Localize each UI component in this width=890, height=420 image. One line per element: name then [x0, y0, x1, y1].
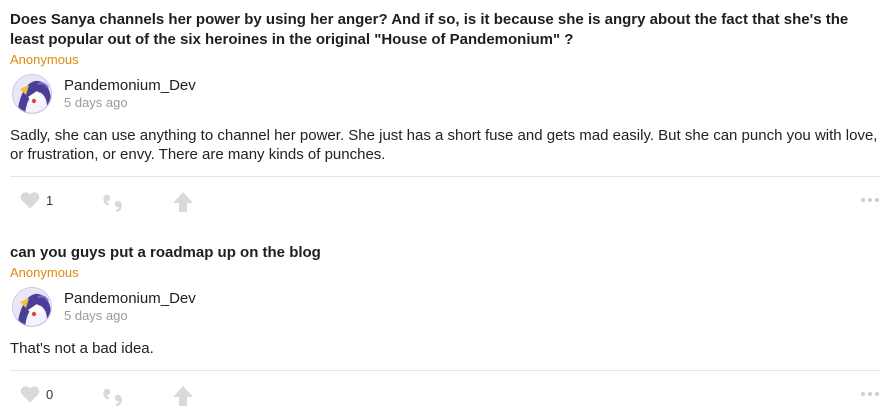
quote-button[interactable] [102, 385, 124, 407]
quote-icon [102, 385, 124, 407]
asker-name[interactable]: Anonymous [10, 52, 880, 68]
question-text: can you guys put a roadmap up on the blo… [10, 244, 321, 261]
quote-button[interactable] [102, 191, 124, 213]
divider [10, 176, 880, 177]
upvote-arrow-icon [172, 191, 194, 213]
answer-header: Pandemonium_Dev 5 days ago [10, 72, 880, 116]
quote-icon [102, 191, 124, 213]
like-count: 0 [46, 386, 54, 402]
answer-date: 5 days ago [64, 308, 128, 323]
question-text: Does Sanya channels her power by using h… [10, 11, 849, 48]
author-name[interactable]: Pandemonium_Dev [64, 77, 196, 95]
more-dots-icon [860, 391, 880, 397]
like-button[interactable]: 0 [20, 385, 53, 403]
upvote-arrow-icon [172, 385, 194, 407]
answer-meta: Pandemonium_Dev 5 days ago [64, 290, 196, 324]
answer-meta: Pandemonium_Dev 5 days ago [64, 77, 196, 111]
answer-text: Sadly, she can use anything to channel h… [10, 127, 878, 163]
like-button[interactable]: 1 [20, 191, 53, 209]
heart-icon [20, 191, 40, 209]
action-bar: 1 [10, 187, 880, 217]
qa-item: can you guys put a roadmap up on the blo… [10, 243, 880, 411]
heart-icon [20, 385, 40, 403]
asker-name[interactable]: Anonymous [10, 265, 880, 281]
qa-feed: Does Sanya channels her power by using h… [0, 0, 890, 420]
avatar[interactable] [12, 287, 52, 327]
answer-text: That's not a bad idea. [10, 340, 154, 357]
more-options-button[interactable] [860, 391, 880, 397]
more-options-button[interactable] [860, 197, 880, 203]
more-dots-icon [860, 197, 880, 203]
divider [10, 370, 880, 371]
upvote-button[interactable] [172, 385, 194, 407]
answer-date: 5 days ago [64, 95, 128, 110]
like-count: 1 [46, 192, 54, 208]
avatar[interactable] [12, 74, 52, 114]
author-name[interactable]: Pandemonium_Dev [64, 290, 196, 308]
action-bar: 0 [10, 381, 880, 411]
qa-item: Does Sanya channels her power by using h… [10, 10, 880, 217]
upvote-button[interactable] [172, 191, 194, 213]
answer-header: Pandemonium_Dev 5 days ago [10, 285, 880, 329]
